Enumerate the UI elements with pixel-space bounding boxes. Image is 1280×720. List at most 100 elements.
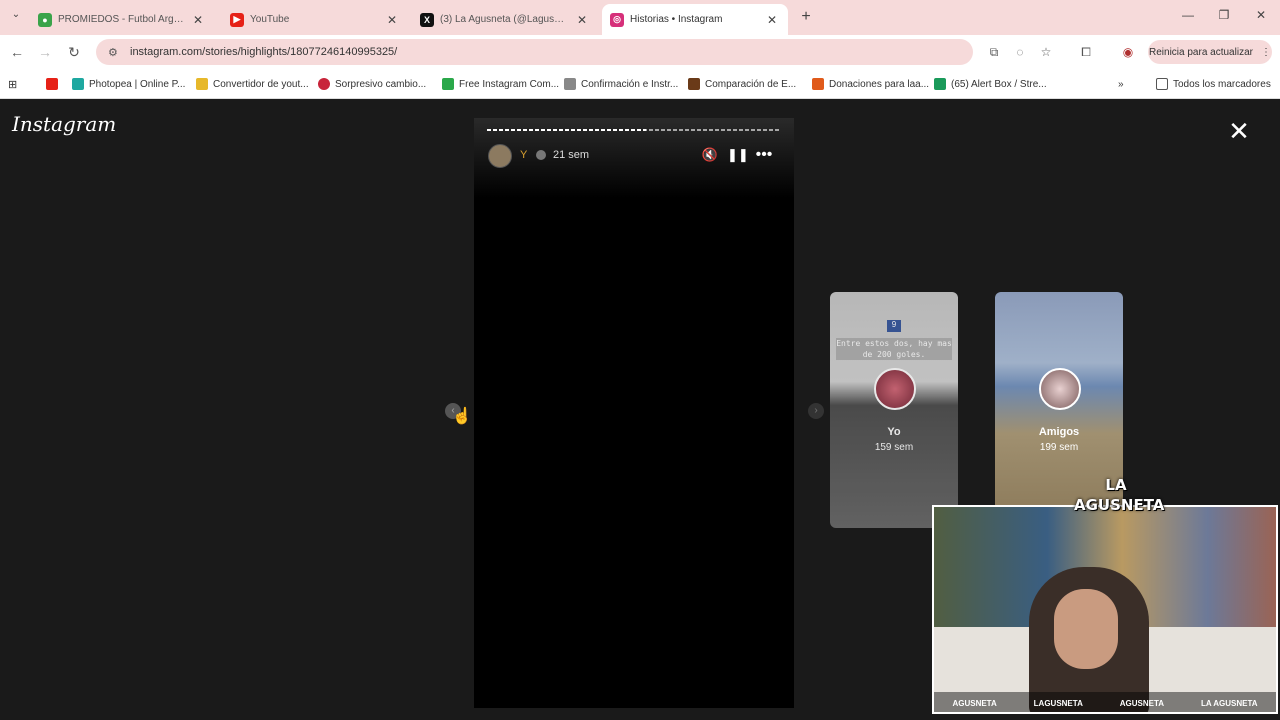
forward-icon[interactable]: → — [36, 43, 54, 61]
youtube-icon — [46, 78, 58, 90]
all-bookmarks-label: Todos los marcadores — [1173, 78, 1271, 90]
news-icon — [318, 78, 330, 90]
bookmarks-bar: ⊞ Photopea | Online P... Convertidor de … — [0, 69, 1280, 99]
bookmark-label: Photopea | Online P... — [89, 78, 186, 90]
kick-social: AGUSNETA — [1119, 698, 1165, 708]
preview-avatar — [874, 368, 916, 410]
verified-icon — [536, 150, 546, 160]
bookmark-alertbox[interactable]: (65) Alert Box / Stre... — [934, 76, 1047, 92]
preview-caption: Entre estos dos, hay mas de 200 goles. — [836, 338, 952, 360]
streamer-face — [1054, 589, 1118, 669]
bookmark-star-icon[interactable]: ☆ — [1038, 44, 1054, 60]
tab-title: YouTube — [250, 14, 290, 25]
window-close-icon[interactable]: ✕ — [1251, 8, 1271, 26]
tab-title: (3) La Agusneta (@Lagusneta) / X — [440, 14, 568, 25]
tab-close-icon[interactable]: ✕ — [764, 13, 780, 27]
browser-toolbar: ← → ↻ ⚙ instagram.com/stories/highlights… — [0, 35, 1280, 69]
back-icon[interactable]: ← — [8, 43, 26, 61]
all-bookmarks[interactable]: Todos los marcadores — [1156, 76, 1271, 92]
bookmark-donaciones[interactable]: Donaciones para laa... — [812, 76, 929, 92]
youtube-favicon-icon: ▶ — [230, 12, 244, 27]
x-favicon-icon: X — [420, 12, 434, 27]
tab-title: PROMIEDOS - Futbol Argentino — [58, 14, 184, 25]
pause-icon[interactable]: ❚❚ — [727, 146, 749, 164]
photopea-icon — [72, 78, 84, 90]
x-social: LAGUSNETA — [1033, 698, 1083, 708]
preview-time: 159 sem — [874, 442, 914, 453]
tab-strip: ⌄ ● PROMIEDOS - Futbol Argentino ✕ ▶ You… — [0, 0, 1280, 35]
mute-icon[interactable]: 🔇 — [701, 146, 719, 164]
instagram-logo[interactable]: Instagram — [12, 112, 116, 136]
book-icon — [688, 78, 700, 90]
bookmark-label: Free Instagram Com... — [459, 78, 560, 90]
bookmark-convertidor[interactable]: Convertidor de yout... — [196, 76, 309, 92]
youtube-social: LA AGUSNETA — [1200, 698, 1258, 708]
tab-title: Historias • Instagram — [630, 14, 723, 25]
extensions-icon[interactable]: ⧠ — [1078, 44, 1094, 60]
story-progress-fill — [487, 129, 646, 131]
relaunch-label: Reinicia para actualizar — [1149, 46, 1253, 58]
reload-icon[interactable]: ↻ — [65, 43, 83, 61]
story-avatar[interactable] — [488, 144, 512, 168]
w-icon — [442, 78, 454, 90]
tab-search-icon[interactable]: ⌄ — [8, 9, 24, 25]
story-preview-yo[interactable]: 9 Entre estos dos, hay mas de 200 goles.… — [830, 292, 958, 528]
c-icon — [812, 78, 824, 90]
site-info-icon[interactable]: ⚙ — [108, 46, 124, 59]
instagram-favicon-icon: ◎ — [610, 12, 624, 27]
preview-name: Yo — [887, 426, 901, 438]
folder-icon — [196, 78, 208, 90]
close-stories-icon[interactable]: ✕ — [1226, 118, 1252, 144]
bookmark-label: Comparación de E... — [705, 78, 797, 90]
next-story-icon[interactable]: › — [808, 403, 824, 419]
restore-icon[interactable]: ❐ — [1214, 8, 1234, 26]
kebab-menu-icon[interactable]: ⋮ — [1261, 47, 1271, 58]
tab-close-icon[interactable]: ✕ — [384, 13, 400, 27]
tab-close-icon[interactable]: ✕ — [190, 13, 206, 27]
instagram-social: AGUSNETA — [952, 698, 997, 708]
streamer-logo: LA AGUSNETA — [1074, 476, 1165, 514]
address-bar[interactable]: ⚙ instagram.com/stories/highlights/18077… — [96, 39, 973, 65]
promiedos-favicon-icon: ● — [38, 12, 52, 27]
new-tab-icon[interactable]: + — [797, 8, 815, 26]
mouse-cursor-icon: ☝ — [452, 408, 472, 425]
bookmark-comparacion[interactable]: Comparación de E... — [688, 76, 796, 92]
tab-close-icon[interactable]: ✕ — [574, 13, 590, 27]
bookmark-label: Confirmación e Instr... — [581, 78, 679, 90]
tab-x-lagusneta[interactable]: X (3) La Agusneta (@Lagusneta) / X ✕ — [412, 4, 598, 35]
bookmark-youtube[interactable] — [46, 76, 63, 92]
apps-grid-icon[interactable]: ⊞ — [8, 76, 17, 92]
tab-instagram-stories[interactable]: ◎ Historias • Instagram ✕ — [602, 4, 788, 35]
bookmark-free-instagram[interactable]: Free Instagram Com... — [442, 76, 559, 92]
profile-icon[interactable]: ◉ — [1120, 44, 1136, 60]
bookmark-sorpresivo[interactable]: Sorpresivo cambio... — [318, 76, 426, 92]
preview-name: Amigos — [1038, 426, 1080, 438]
stories-viewer: Instagram ✕ Y 21 sem 🔇 ❚❚ ••• ‹ › ☝ 9 En… — [0, 100, 1280, 720]
webcam-overlay: AGUSNETA LAGUSNETA AGUSNETA LA AGUSNETA — [932, 505, 1278, 714]
tab-youtube[interactable]: ▶ YouTube ✕ — [222, 4, 408, 35]
preview-time: 199 sem — [1039, 442, 1079, 453]
relaunch-button[interactable]: Reinicia para actualizar ⋮ — [1148, 40, 1272, 64]
eye-off-icon[interactable]: ◌ — [1012, 44, 1028, 60]
minimize-icon[interactable]: — — [1178, 8, 1198, 26]
story-emoji-icon: Y — [520, 149, 528, 161]
streamlabs-icon — [934, 78, 946, 90]
preview-number: 9 — [887, 320, 901, 332]
bookmark-confirmacion[interactable]: Confirmación e Instr... — [564, 76, 678, 92]
link-icon — [564, 78, 576, 90]
bookmark-label: Sorpresivo cambio... — [335, 78, 427, 90]
bookmark-photopea[interactable]: Photopea | Online P... — [72, 76, 185, 92]
story-card[interactable]: Y 21 sem 🔇 ❚❚ ••• — [474, 118, 794, 708]
story-time: 21 sem — [553, 149, 590, 161]
preview-avatar — [1039, 368, 1081, 410]
bookmark-label: Convertidor de yout... — [213, 78, 309, 90]
bookmark-label: (65) Alert Box / Stre... — [951, 78, 1047, 90]
tab-promiedos[interactable]: ● PROMIEDOS - Futbol Argentino ✕ — [30, 4, 214, 35]
install-app-icon[interactable]: ⧉ — [986, 44, 1002, 60]
more-options-icon[interactable]: ••• — [755, 146, 773, 164]
address-url: instagram.com/stories/highlights/1807724… — [130, 46, 398, 58]
more-bookmarks-icon[interactable]: » — [1118, 76, 1124, 92]
bookmark-label: Donaciones para laa... — [829, 78, 930, 90]
webcam-socials-bar: AGUSNETA LAGUSNETA AGUSNETA LA AGUSNETA — [934, 692, 1276, 712]
folder-icon — [1156, 78, 1168, 90]
